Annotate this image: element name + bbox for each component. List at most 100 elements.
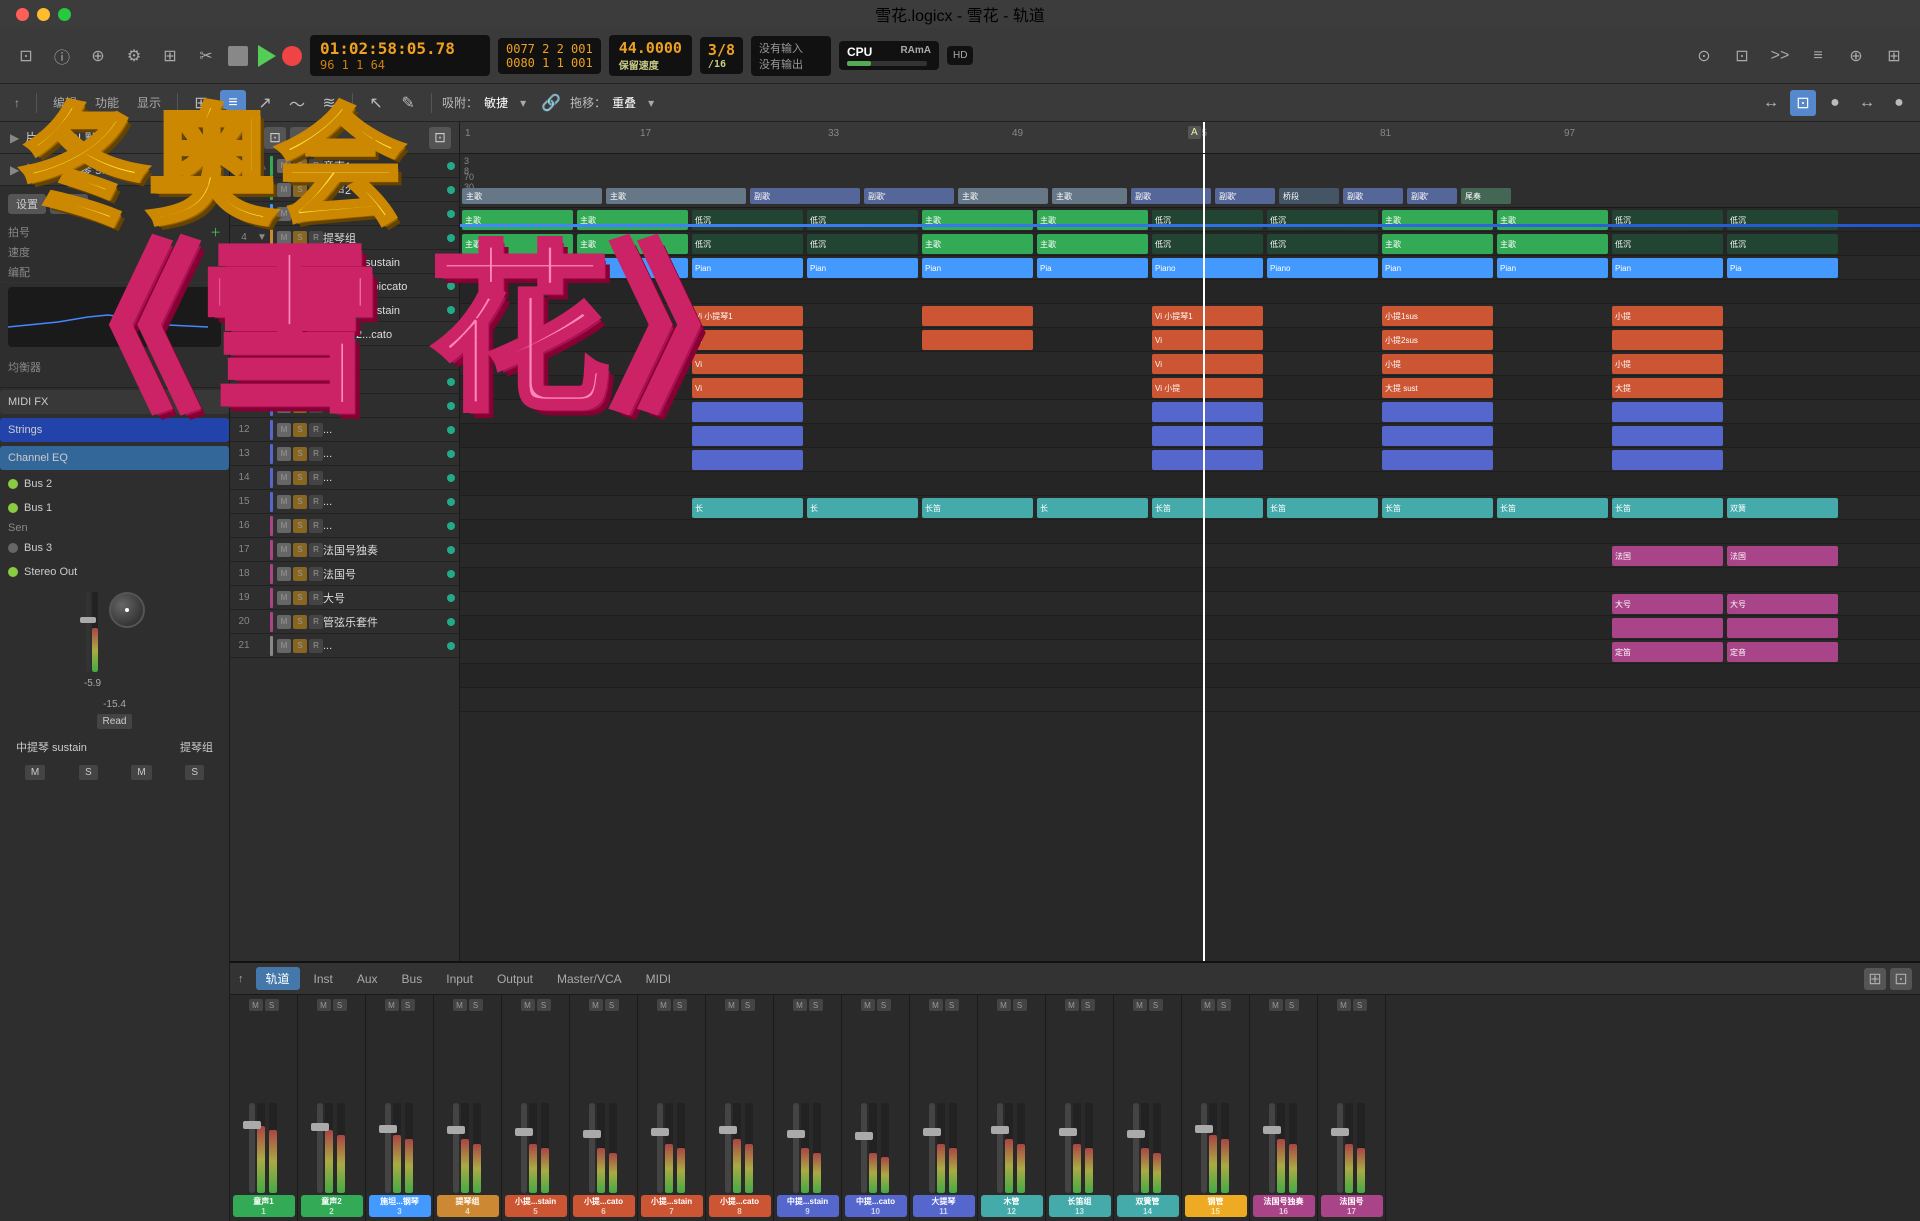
clip-1-7[interactable]: 低沉 — [1152, 210, 1263, 230]
ch-solo-6[interactable]: S — [605, 999, 619, 1011]
track-row-7[interactable]: 7 ✓ M S R 小提琴2 sustain — [230, 298, 459, 322]
clip-15-11[interactable]: 法国 — [1612, 546, 1723, 566]
strings-slot[interactable]: Strings — [0, 418, 229, 442]
rec-4[interactable]: R — [309, 231, 323, 245]
clip-1-11[interactable]: 低沉 — [1612, 210, 1723, 230]
mute-1[interactable]: M — [277, 159, 291, 173]
clip-8-3[interactable]: Vi — [692, 378, 803, 398]
track-row-14[interactable]: 14 M S R ... — [230, 466, 459, 490]
toolbar-right-icon1[interactable]: ⊙ — [1690, 42, 1718, 70]
timesig-display[interactable]: 3/8 /16 — [700, 37, 743, 74]
clip-3-12[interactable]: Pia — [1727, 258, 1838, 278]
ch-mute-13[interactable]: M — [1065, 999, 1079, 1011]
snap-value[interactable]: 敏捷 — [484, 94, 508, 111]
clip-8-11[interactable]: 大提 — [1612, 378, 1723, 398]
solo-17[interactable]: S — [293, 543, 307, 557]
rec-21[interactable]: R — [309, 639, 323, 653]
edit-menu[interactable]: 编辑 — [47, 92, 83, 113]
clip-11-7[interactable] — [1152, 450, 1263, 470]
clip-3-6[interactable]: Pia — [1037, 258, 1148, 278]
ch-fader-thumb-16[interactable] — [1263, 1126, 1281, 1134]
rec-16[interactable]: R — [309, 519, 323, 533]
ch-fader-thumb-11[interactable] — [923, 1128, 941, 1136]
clip-6-9[interactable]: 小提2sus — [1382, 330, 1493, 350]
clip-17-12[interactable]: 大号 — [1727, 594, 1838, 614]
track-row-13[interactable]: 13 M S R ... — [230, 442, 459, 466]
ch-solo-8[interactable]: S — [741, 999, 755, 1011]
clip-8-9[interactable]: 大提 sust — [1382, 378, 1493, 398]
ch-fader-thumb-4[interactable] — [447, 1126, 465, 1134]
zoom-h-icon[interactable]: ↔ — [1758, 90, 1784, 116]
ch-fader-thumb-5[interactable] — [515, 1128, 533, 1136]
settings-btn[interactable]: 设置 — [8, 194, 46, 214]
clip-13-7[interactable]: 长笛 — [1152, 498, 1263, 518]
clip-13-4[interactable]: 长 — [807, 498, 918, 518]
ch-fader-thumb-14[interactable] — [1127, 1130, 1145, 1138]
snap-icon[interactable]: 🔗 — [538, 90, 564, 116]
ch-fader-thumb-1[interactable] — [243, 1121, 261, 1129]
rec-7[interactable]: R — [309, 303, 323, 317]
mute-12[interactable]: M — [277, 423, 291, 437]
clip-3-3[interactable]: Pian — [692, 258, 803, 278]
ch-fader-thumb-12[interactable] — [991, 1126, 1009, 1134]
rec-13[interactable]: R — [309, 447, 323, 461]
track-row-6[interactable]: 6 ✓ M S R 小提琴1 Spiccato — [230, 274, 459, 298]
toolbar-right-icon4[interactable]: ≡ — [1804, 42, 1832, 70]
track-row-1[interactable]: 1 △ M S R 童声1 — [230, 154, 459, 178]
scissors-icon[interactable]: ✂ — [192, 42, 220, 70]
pointer-tool[interactable]: ↖ — [363, 90, 389, 116]
solo-btn2[interactable]: S — [185, 765, 204, 780]
ch-mute-14[interactable]: M — [1133, 999, 1147, 1011]
pencil-tool[interactable]: ✎ — [395, 90, 421, 116]
ch-mute-8[interactable]: M — [725, 999, 739, 1011]
clip-13-10[interactable]: 长笛 — [1497, 498, 1608, 518]
ch-solo-15[interactable]: S — [1217, 999, 1231, 1011]
track-row-3[interactable]: 3 f M S R 施坦威大钢琴 — [230, 202, 459, 226]
toolbar-icon-1[interactable]: ⊡ — [12, 42, 40, 70]
close-button[interactable] — [16, 8, 29, 21]
mixer-tab-master[interactable]: Master/VCA — [547, 969, 632, 989]
clip-5-3[interactable]: Vi 小提琴1 — [692, 306, 803, 326]
clip-18-11[interactable] — [1612, 618, 1723, 638]
ch-mute-10[interactable]: M — [861, 999, 875, 1011]
ch-solo-9[interactable]: S — [809, 999, 823, 1011]
grid-icon[interactable]: ⊞ — [188, 90, 214, 116]
mixer-view-btn2[interactable]: ⊡ — [1890, 968, 1912, 990]
read-btn[interactable]: Read — [97, 714, 133, 729]
track-row-11[interactable]: 11 M S R ... — [230, 394, 459, 418]
solo-9[interactable]: S — [293, 351, 307, 365]
vol-fader-thumb[interactable] — [80, 617, 96, 623]
ch-solo-13[interactable]: S — [1081, 999, 1095, 1011]
clip-17-11[interactable]: 大号 — [1612, 594, 1723, 614]
clip-9-3[interactable] — [692, 402, 803, 422]
wave-icon[interactable]: 〜 — [284, 90, 310, 116]
clip-13-3[interactable]: 长 — [692, 498, 803, 518]
track-row-20[interactable]: 20 M S R 管弦乐套件 — [230, 610, 459, 634]
expand-icon[interactable]: ↔ — [1854, 90, 1880, 116]
clip-6-7[interactable]: Vi — [1152, 330, 1263, 350]
track-row-18[interactable]: 18 M S R 法国号 — [230, 562, 459, 586]
arrow-up-btn[interactable]: ↑ — [8, 94, 26, 112]
clip-3-7[interactable]: Piano — [1152, 258, 1263, 278]
mute-btn2[interactable]: M — [131, 765, 151, 780]
mixer-tab-output[interactable]: Output — [487, 969, 543, 989]
mute-15[interactable]: M — [277, 495, 291, 509]
clip-2-4[interactable]: 低沉 — [807, 234, 918, 254]
mute-2[interactable]: M — [277, 183, 291, 197]
clip-1-9[interactable]: 主歌 — [1382, 210, 1493, 230]
minimize-button[interactable] — [37, 8, 50, 21]
clip-15-12[interactable]: 法国 — [1727, 546, 1838, 566]
mixer-tab-tracks[interactable]: 轨道 — [256, 967, 300, 990]
ch-fader-thumb-15[interactable] — [1195, 1125, 1213, 1133]
drag-value[interactable]: 重叠 — [612, 94, 636, 111]
mixer-tab-input[interactable]: Input — [436, 969, 483, 989]
drag-arrow[interactable]: ▾ — [642, 94, 660, 112]
clip-7-9[interactable]: 小提 — [1382, 354, 1493, 374]
mute-8[interactable]: M — [277, 327, 291, 341]
solo-2[interactable]: S — [293, 183, 307, 197]
playhead[interactable] — [1203, 122, 1205, 153]
solo-1[interactable]: S — [293, 159, 307, 173]
toolbar-icon-4[interactable]: ⚙ — [120, 42, 148, 70]
stereo-out-slot[interactable]: Stereo Out — [0, 560, 229, 584]
ch-solo-5[interactable]: S — [537, 999, 551, 1011]
